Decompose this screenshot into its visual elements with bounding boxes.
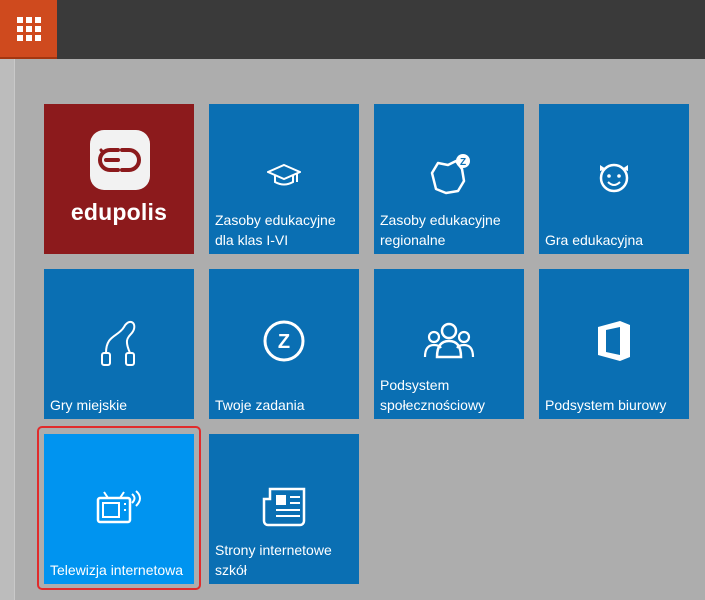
tile-label: Twoje zadania — [215, 397, 305, 413]
community-icon — [374, 313, 524, 369]
region-map-icon: Z — [374, 148, 524, 204]
tile-edupolis[interactable]: edupolis — [44, 104, 194, 254]
selection-highlight — [37, 426, 201, 590]
tile-label: Gra edukacyjna — [545, 232, 644, 248]
task-z-icon: Z — [209, 313, 359, 369]
edupolis-logo-icon — [90, 130, 150, 190]
tile-podsystem-spolecznosciowy[interactable]: Podsystem społecznościowy — [374, 269, 524, 419]
tile-twoje-zadania[interactable]: Z Twoje zadania — [209, 269, 359, 419]
tile-gra-edukacyjna[interactable]: Gra edukacyjna — [539, 104, 689, 254]
tile-label: Podsystem biurowy — [545, 397, 667, 413]
tile-label: Gry miejskie — [50, 397, 128, 413]
tile-strony-internetowe[interactable]: Strony internetowe szkół — [209, 434, 359, 584]
apps-menu-button[interactable] — [0, 0, 57, 59]
graduation-cap-icon — [209, 148, 359, 204]
tile-label: Zasoby edukacyjne regionalne — [380, 212, 501, 248]
tile-podsystem-biurowy[interactable]: Podsystem biurowy — [539, 269, 689, 419]
newspaper-icon — [209, 478, 359, 534]
office-icon — [539, 313, 689, 369]
svg-text:Z: Z — [460, 157, 466, 168]
jump-rope-icon — [44, 313, 194, 369]
tile-gry-miejskie[interactable]: Gry miejskie — [44, 269, 194, 419]
tile-zasoby-regionalne[interactable]: Z Zasoby edukacyjne regionalne — [374, 104, 524, 254]
svg-text:Z: Z — [278, 331, 290, 353]
tile-label: Podsystem społecznościowy — [380, 377, 486, 413]
tile-zasoby-i-vi[interactable]: Zasoby edukacyjne dla klas I-VI — [209, 104, 359, 254]
child-face-icon — [539, 148, 689, 204]
app-grid-icon — [16, 16, 41, 41]
tile-label: Strony internetowe szkół — [215, 542, 332, 578]
edupolis-brand-name: edupolis — [70, 199, 168, 225]
tile-label: Zasoby edukacyjne dla klas I-VI — [215, 212, 336, 248]
top-bar — [0, 0, 705, 59]
